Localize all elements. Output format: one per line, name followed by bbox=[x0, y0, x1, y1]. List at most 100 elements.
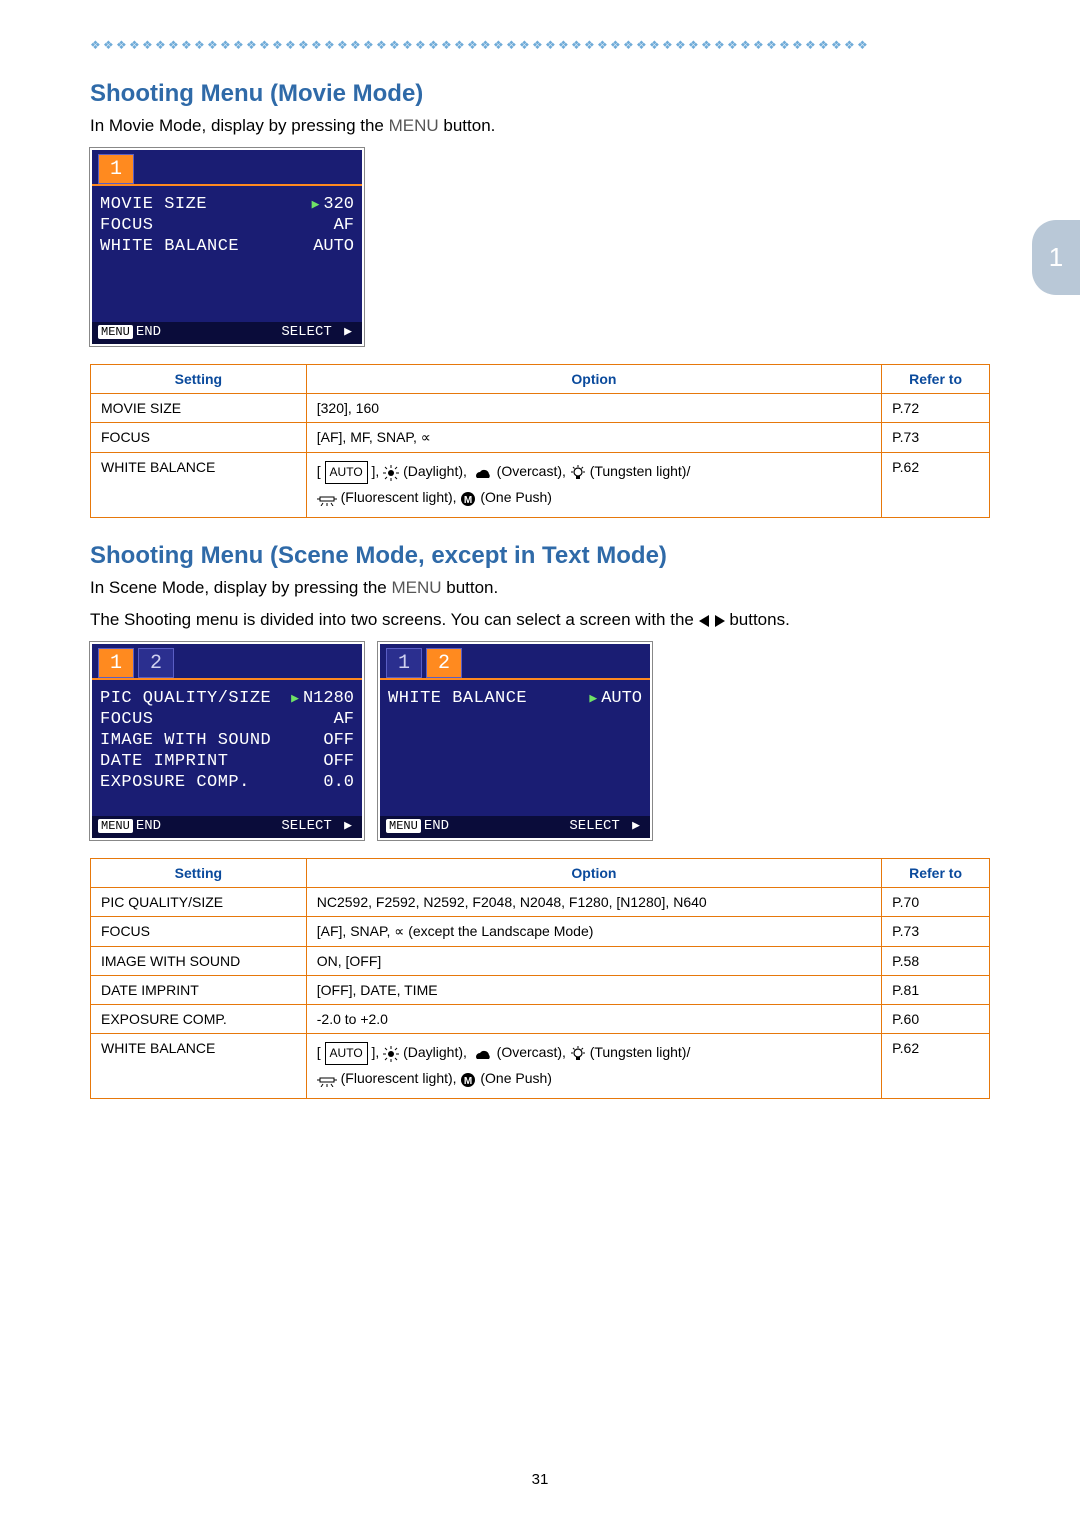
cell-setting: MOVIE SIZE bbox=[91, 394, 307, 423]
menu-row: FOCUSAF bbox=[100, 709, 354, 730]
menu-row-value-wrap: OFF bbox=[323, 731, 354, 750]
diamond-icon: ❖ bbox=[727, 40, 737, 50]
scene-settings-table: Setting Option Refer to PIC QUALITY/SIZE… bbox=[90, 858, 990, 1099]
diamond-icon: ❖ bbox=[454, 40, 464, 50]
diamond-icon: ❖ bbox=[337, 40, 347, 50]
scene-sub-intro-prefix: The Shooting menu is divided into two sc… bbox=[90, 610, 699, 629]
menu-row-label: MOVIE SIZE bbox=[100, 195, 207, 214]
diamond-icon: ❖ bbox=[857, 40, 867, 50]
cell-setting: FOCUS bbox=[91, 917, 307, 947]
tab-1: 1 bbox=[98, 648, 134, 678]
cell-setting: WHITE BALANCE bbox=[91, 453, 307, 518]
diamond-icon: ❖ bbox=[597, 40, 607, 50]
cell-setting: IMAGE WITH SOUND bbox=[91, 947, 307, 976]
footer-select-label: SELECT bbox=[281, 324, 331, 340]
menu-row-value: OFF bbox=[323, 731, 354, 750]
diamond-icon: ❖ bbox=[142, 40, 152, 50]
scene-sub-intro: The Shooting menu is divided into two sc… bbox=[90, 610, 990, 631]
menu-row-value-wrap: 0.0 bbox=[323, 773, 354, 792]
table-row: DATE IMPRINT[OFF], DATE, TIMEP.81 bbox=[91, 976, 990, 1005]
m-badge-icon: M bbox=[460, 1067, 476, 1092]
diamond-icon: ❖ bbox=[818, 40, 828, 50]
cell-refer: P.81 bbox=[882, 976, 990, 1005]
menu-row-value: 320 bbox=[323, 195, 354, 214]
diamond-icon: ❖ bbox=[285, 40, 295, 50]
movie-settings-table: Setting Option Refer to MOVIE SIZE[320],… bbox=[90, 364, 990, 518]
diamond-icon: ❖ bbox=[129, 40, 139, 50]
cell-refer: P.70 bbox=[882, 888, 990, 917]
table-row: WHITE BALANCE[ AUTO ], (Daylight), (Over… bbox=[91, 453, 990, 518]
footer-end-label: END bbox=[136, 324, 161, 340]
diamond-icon: ❖ bbox=[103, 40, 113, 50]
footer-right: SELECT ▶ bbox=[281, 818, 356, 834]
menu-row: IMAGE WITH SOUNDOFF bbox=[100, 730, 354, 751]
screenshot-tabs: 12 bbox=[380, 644, 650, 678]
cloud-icon bbox=[471, 1041, 493, 1066]
table-row: PIC QUALITY/SIZENC2592, F2592, N2592, F2… bbox=[91, 888, 990, 917]
col-option: Option bbox=[306, 365, 881, 394]
cell-setting: DATE IMPRINT bbox=[91, 976, 307, 1005]
diamond-icon: ❖ bbox=[168, 40, 178, 50]
screenshot-footer: MENUEND SELECT ▶ bbox=[380, 816, 650, 838]
diamond-icon: ❖ bbox=[181, 40, 191, 50]
diamond-icon: ❖ bbox=[259, 40, 269, 50]
diamond-icon: ❖ bbox=[194, 40, 204, 50]
fluorescent-icon bbox=[317, 486, 337, 511]
menu-badge: MENU bbox=[98, 819, 133, 833]
menu-button-label: MENU bbox=[389, 116, 439, 135]
diamond-icon: ❖ bbox=[844, 40, 854, 50]
menu-button-label: MENU bbox=[391, 578, 441, 597]
svg-text:M: M bbox=[464, 495, 472, 506]
bulb-icon bbox=[570, 460, 586, 485]
cell-setting: EXPOSURE COMP. bbox=[91, 1005, 307, 1034]
diamond-icon: ❖ bbox=[220, 40, 230, 50]
footer-right: SELECT ▶ bbox=[569, 818, 644, 834]
scene-menu-screenshot-2: 12 WHITE BALANCE▶AUTO MENUEND SELECT ▶ bbox=[378, 642, 652, 840]
footer-right: SELECT ▶ bbox=[281, 324, 356, 340]
diamond-icon: ❖ bbox=[311, 40, 321, 50]
menu-badge: MENU bbox=[386, 819, 421, 833]
col-option: Option bbox=[306, 859, 881, 888]
menu-row: MOVIE SIZE▶320 bbox=[100, 194, 354, 215]
diamond-icon: ❖ bbox=[649, 40, 659, 50]
movie-intro-suffix: button. bbox=[439, 116, 496, 135]
sun-icon bbox=[383, 1041, 399, 1066]
movie-intro-prefix: In Movie Mode, display by pressing the bbox=[90, 116, 389, 135]
menu-row-value: AF bbox=[334, 216, 354, 235]
diamond-icon: ❖ bbox=[376, 40, 386, 50]
cell-option: -2.0 to +2.0 bbox=[306, 1005, 881, 1034]
menu-row-value: 0.0 bbox=[323, 773, 354, 792]
fluorescent-icon bbox=[317, 1067, 337, 1092]
diamond-icon: ❖ bbox=[532, 40, 542, 50]
diamond-icon: ❖ bbox=[701, 40, 711, 50]
menu-row: WHITE BALANCE▶AUTO bbox=[388, 688, 642, 709]
col-refer: Refer to bbox=[882, 365, 990, 394]
wb-option-line2: (Fluorescent light), M (One Push) bbox=[317, 485, 871, 511]
movie-section-title: Shooting Menu (Movie Mode) bbox=[90, 80, 990, 108]
screenshot-footer: MENUENDSELECT ▶ bbox=[92, 816, 362, 838]
menu-row-label: EXPOSURE COMP. bbox=[100, 773, 250, 792]
decorative-diamond-divider: ❖❖❖❖❖❖❖❖❖❖❖❖❖❖❖❖❖❖❖❖❖❖❖❖❖❖❖❖❖❖❖❖❖❖❖❖❖❖❖❖… bbox=[90, 40, 990, 50]
table-row: IMAGE WITH SOUNDON, [OFF]P.58 bbox=[91, 947, 990, 976]
cell-option: [ AUTO ], (Daylight), (Overcast), (Tungs… bbox=[306, 453, 881, 518]
scene-intro: In Scene Mode, display by pressing the M… bbox=[90, 578, 990, 598]
diamond-icon: ❖ bbox=[363, 40, 373, 50]
cell-refer: P.58 bbox=[882, 947, 990, 976]
diamond-icon: ❖ bbox=[571, 40, 581, 50]
diamond-icon: ❖ bbox=[662, 40, 672, 50]
cell-option: ON, [OFF] bbox=[306, 947, 881, 976]
footer-left: MENUEND bbox=[386, 818, 449, 834]
menu-row-label: PIC QUALITY/SIZE bbox=[100, 689, 271, 708]
menu-row-value: AF bbox=[334, 710, 354, 729]
menu-row-label: FOCUS bbox=[100, 216, 154, 235]
diamond-icon: ❖ bbox=[688, 40, 698, 50]
diamond-icon: ❖ bbox=[116, 40, 126, 50]
menu-row-value: AUTO bbox=[313, 237, 354, 256]
cell-setting: FOCUS bbox=[91, 423, 307, 453]
page-number: 31 bbox=[0, 1471, 1080, 1488]
right-triangle-icon: ▶ bbox=[632, 818, 640, 833]
menu-row-value: N1280 bbox=[303, 689, 354, 708]
diamond-icon: ❖ bbox=[233, 40, 243, 50]
diamond-icon: ❖ bbox=[675, 40, 685, 50]
diamond-icon: ❖ bbox=[90, 40, 100, 50]
